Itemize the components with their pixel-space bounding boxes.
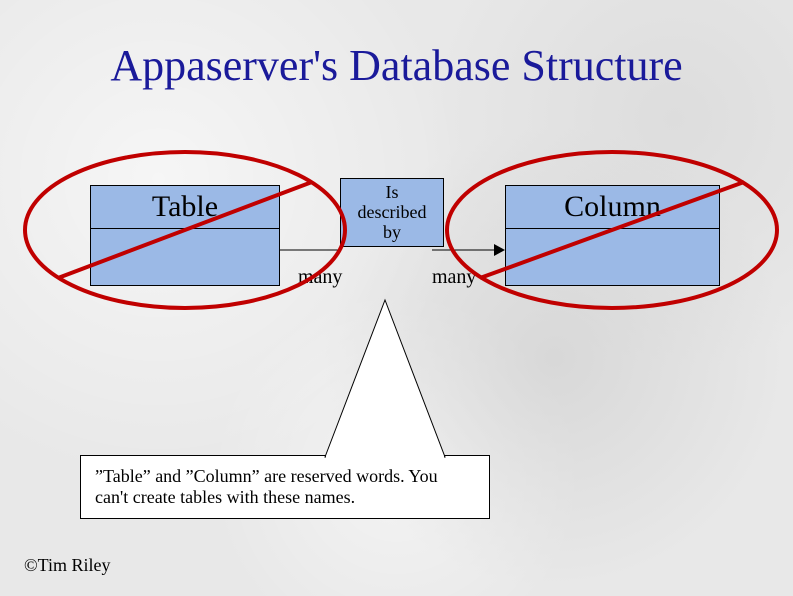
entity-table-header: Table [91,186,279,229]
relationship-label-box: Is described by [340,178,444,247]
copyright: ©Tim Riley [24,555,111,576]
relationship-label: Is described by [347,183,437,242]
cardinality-left: many [298,266,342,289]
entity-column: Column [505,185,720,286]
callout-text: ”Table” and ”Column” are reserved words.… [95,466,438,507]
slide-title: Appaserver's Database Structure [0,40,793,91]
entity-table-body [91,229,279,285]
entity-table: Table [90,185,280,286]
entity-column-body [506,229,719,285]
entity-column-header: Column [506,186,719,229]
cardinality-right: many [432,266,476,289]
callout-box: ”Table” and ”Column” are reserved words.… [80,455,490,519]
